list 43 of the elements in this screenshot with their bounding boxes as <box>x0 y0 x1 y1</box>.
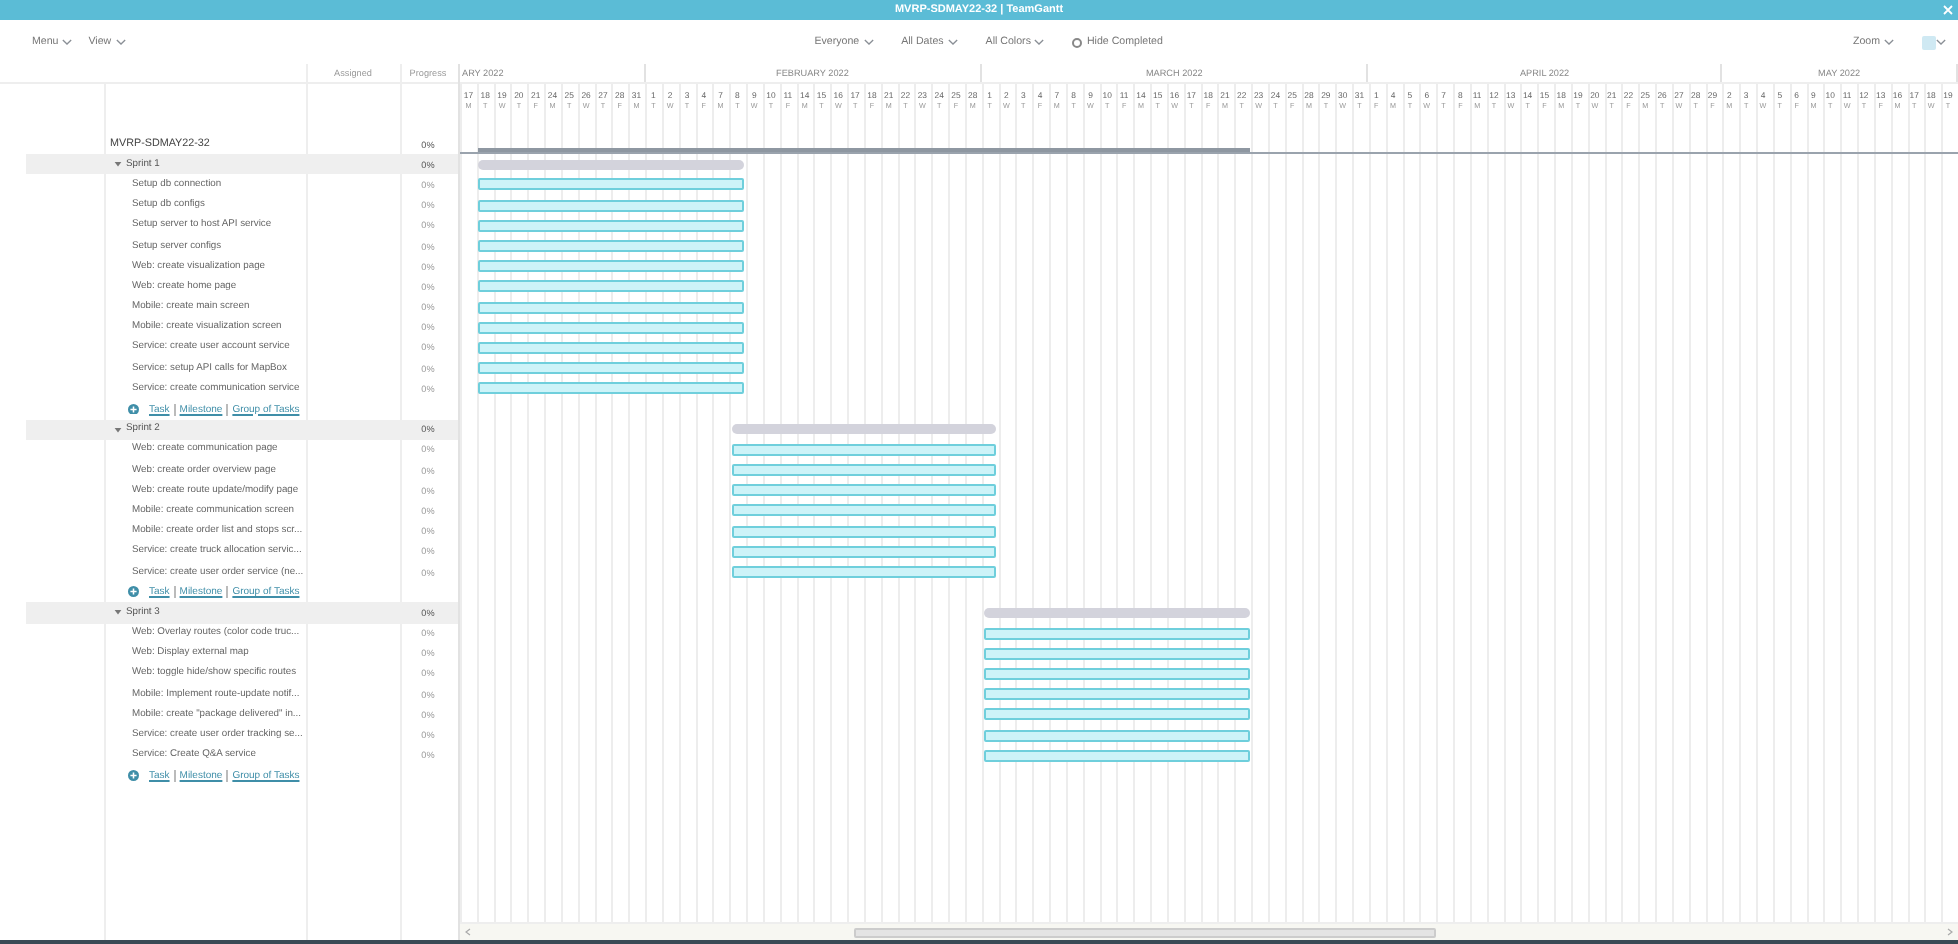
task-bar[interactable] <box>731 545 997 558</box>
task-bar[interactable] <box>478 219 745 232</box>
task-bar[interactable] <box>478 178 745 191</box>
task-bar[interactable] <box>983 667 1250 680</box>
task-bar[interactable] <box>731 525 997 538</box>
scrollbar-thumb[interactable] <box>854 927 1436 937</box>
project-bar[interactable] <box>478 148 1250 153</box>
task-bar[interactable] <box>478 382 745 395</box>
close-icon[interactable] <box>1942 4 1954 16</box>
group-bar[interactable] <box>731 424 997 435</box>
group-bar[interactable] <box>478 159 745 170</box>
task-bar[interactable] <box>983 729 1250 742</box>
caret-icon <box>863 38 874 46</box>
task-bar[interactable] <box>983 688 1250 701</box>
add-icon[interactable] <box>128 586 139 598</box>
square-icon[interactable] <box>1922 35 1936 49</box>
task-bar[interactable] <box>983 627 1250 640</box>
caret-icon <box>947 38 958 46</box>
task-bar[interactable] <box>983 749 1250 762</box>
task-bar[interactable] <box>731 484 997 497</box>
horizontal-scrollbar[interactable] <box>460 922 1958 940</box>
task-bar[interactable] <box>731 464 997 477</box>
caret-icon <box>1034 38 1045 46</box>
task-bar[interactable] <box>478 280 745 293</box>
caret-icon <box>1884 38 1894 46</box>
group-bar[interactable] <box>983 607 1250 618</box>
task-bar[interactable] <box>478 301 745 314</box>
task-bar[interactable] <box>983 647 1250 660</box>
task-bar[interactable] <box>478 362 745 375</box>
task-bar[interactable] <box>478 260 745 273</box>
task-bar[interactable] <box>478 240 745 253</box>
task-bar[interactable] <box>731 504 997 517</box>
task-bar[interactable] <box>983 708 1250 721</box>
caret-icon <box>1936 38 1946 46</box>
task-bar[interactable] <box>478 341 745 354</box>
add-icon[interactable] <box>128 770 139 782</box>
add-icon[interactable] <box>128 403 139 415</box>
caret-icon <box>115 38 126 46</box>
caret-icon <box>62 38 73 46</box>
task-bar[interactable] <box>478 321 745 334</box>
task-bar[interactable] <box>731 443 997 456</box>
task-bar[interactable] <box>478 199 745 212</box>
task-bar[interactable] <box>731 566 997 579</box>
